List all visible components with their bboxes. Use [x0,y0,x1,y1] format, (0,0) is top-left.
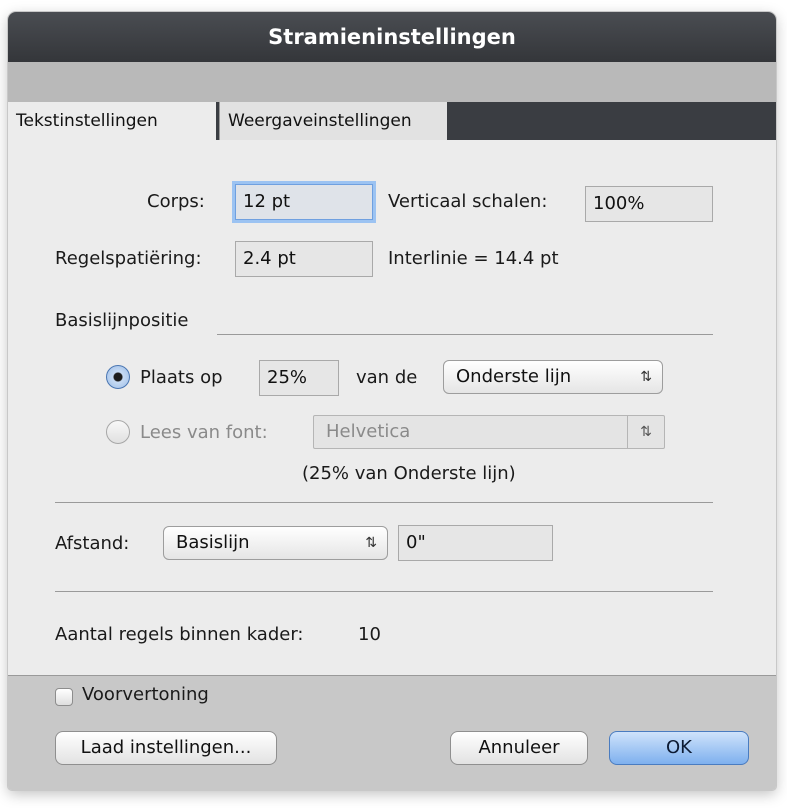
spacing-mode-selected: Basislijn [176,532,250,553]
spacing-input[interactable]: 0" [398,525,553,561]
vertical-scale-input[interactable]: 100% [585,186,713,222]
read-from-font-radio[interactable] [106,420,130,444]
of-the-label: van de [356,367,418,388]
line-spacing-label: Regelspatiëring: [55,248,202,269]
dialog-footer: Voorvertoning Laad instellingen... Annul… [8,675,776,790]
grid-settings-dialog: Stramieninstellingen Tekstinstellingen W… [8,12,776,790]
vertical-scale-label: Verticaal schalen: [388,191,548,212]
leading-readout: Interlinie = 14.4 pt [388,248,559,269]
font-popup[interactable]: Helvetica ⇅ [313,415,665,449]
load-settings-button[interactable]: Laad instellingen... [55,731,277,765]
dialog-title: Stramieninstellingen [8,12,776,62]
lines-in-frame-value: 10 [358,624,381,645]
baseline-position-popup[interactable]: Onderste lijn ⇅ [443,360,663,394]
corps-label: Corps: [147,191,205,212]
section-divider [55,502,713,503]
baseline-position-selected: Onderste lijn [456,366,572,387]
corps-input[interactable]: 12 pt [235,184,373,220]
spacing-label: Afstand: [55,533,130,554]
preview-checkbox[interactable] [55,688,73,706]
updown-arrows-icon: ⇅ [640,369,652,385]
preview-label: Voorvertoning [82,684,209,705]
place-at-label: Plaats op [140,367,223,388]
spacing-mode-popup[interactable]: Basislijn ⇅ [163,526,388,560]
lines-in-frame-label: Aantal regels binnen kader: [55,624,304,645]
baseline-section-label: Basislijnpositie [55,310,189,331]
tab-bar: Tekstinstellingen Weergaveinstellingen [8,102,776,140]
baseline-summary: (25% van Onderste lijn) [302,463,516,484]
tab-display-settings[interactable]: Weergaveinstellingen [219,102,447,140]
read-from-font-label: Lees van font: [140,422,268,443]
section-divider [55,591,713,592]
font-selected: Helvetica [326,421,411,442]
updown-arrows-icon: ⇅ [365,535,377,551]
updown-arrows-icon: ⇅ [627,416,664,448]
tab-content-text-settings: Corps: 12 pt Verticaal schalen: 100% Reg… [8,140,776,675]
place-at-radio[interactable] [106,365,130,389]
place-at-input[interactable]: 25% [259,360,339,396]
ok-button[interactable]: OK [609,731,749,765]
line-spacing-input[interactable]: 2.4 pt [235,241,373,277]
title-toolbar-strip [8,62,776,102]
tab-text-settings[interactable]: Tekstinstellingen [8,102,216,140]
section-divider [217,334,713,335]
cancel-button[interactable]: Annuleer [450,731,588,765]
